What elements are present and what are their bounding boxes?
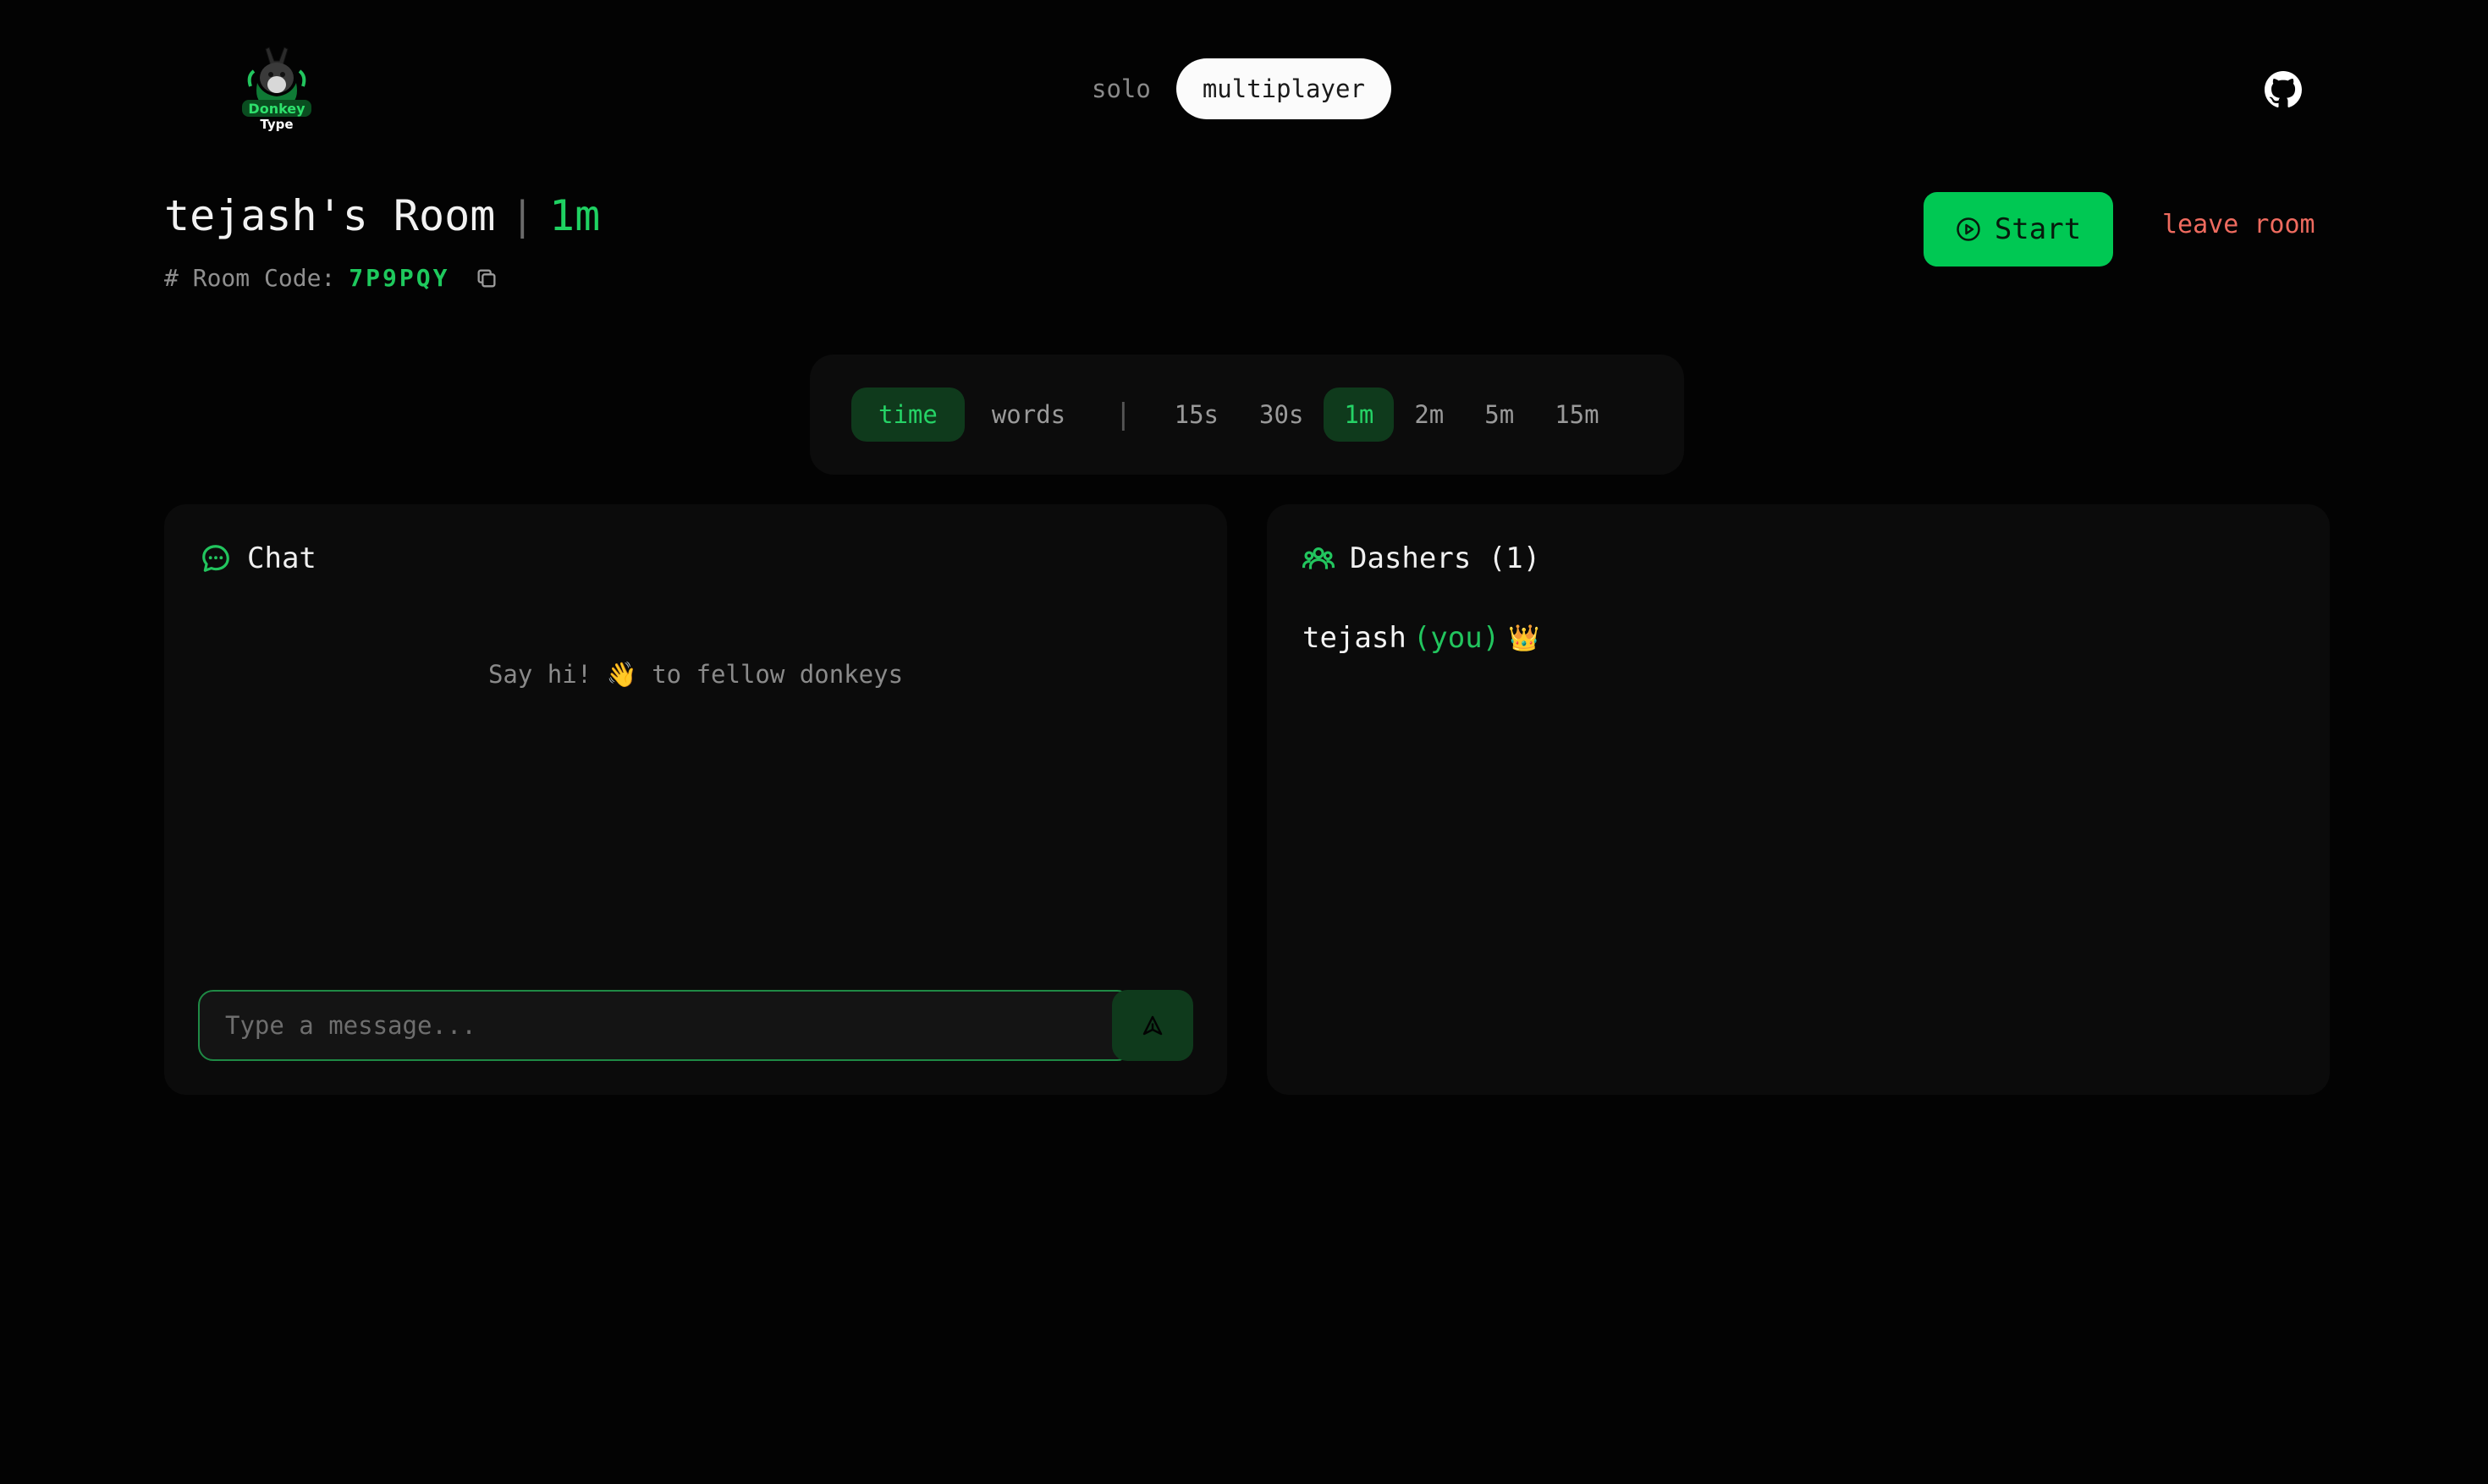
title-separator: | (510, 193, 535, 239)
mode-words-option[interactable]: words (965, 387, 1093, 442)
player-name: tejash (1302, 621, 1406, 655)
config-separator: | (1115, 398, 1132, 431)
chat-title: Chat (247, 541, 317, 575)
player-you-tag: (you) (1412, 621, 1500, 655)
users-icon (1302, 547, 1335, 569)
send-message-button[interactable] (1112, 990, 1193, 1061)
duration-2m-option[interactable]: 2m (1394, 387, 1464, 442)
leave-room-link[interactable]: leave room (2162, 210, 2315, 239)
logo-text-type: Type (260, 117, 293, 132)
chat-message-input[interactable] (198, 990, 1132, 1061)
start-button[interactable]: Start (1924, 192, 2113, 267)
chat-empty-message: Say hi! 👋 to fellow donkeys (487, 660, 904, 689)
start-button-label: Start (1994, 212, 2082, 246)
duration-30s-option[interactable]: 30s (1239, 387, 1324, 442)
dashers-panel: Dashers (1) tejash (you) 👑 (1267, 504, 2330, 1095)
copy-icon[interactable] (475, 267, 498, 290)
duration-15s-option[interactable]: 15s (1154, 387, 1239, 442)
mode-time-option[interactable]: time (851, 387, 965, 442)
top-nav: Donkey Type solo multiplayer (0, 0, 2488, 178)
duration-5m-option[interactable]: 5m (1464, 387, 1534, 442)
chat-bubble-icon (202, 545, 229, 572)
github-icon[interactable] (2265, 71, 2302, 108)
chat-panel: Chat Say hi! 👋 to fellow donkeys (164, 504, 1227, 1095)
chat-header: Chat (200, 541, 317, 575)
send-icon (1142, 1015, 1163, 1036)
room-name: tejash's Room (164, 191, 496, 240)
duration-15m-option[interactable]: 15m (1534, 387, 1619, 442)
test-config-bar: time words | 15s 30s 1m 2m 5m 15m (810, 355, 1684, 475)
dashers-title: Dashers (1) (1350, 541, 1541, 575)
player-row: tejash (you) 👑 (1302, 621, 1540, 655)
mode-multiplayer-tab[interactable]: multiplayer (1175, 58, 1391, 119)
play-circle-icon (1957, 217, 1980, 241)
crown-icon: 👑 (1508, 623, 1540, 653)
room-duration: 1m (549, 191, 601, 240)
room-code-value: 7P9PQY (349, 264, 450, 292)
mode-switch: solo multiplayer (1092, 58, 1391, 119)
donkey-type-logo[interactable]: Donkey Type (235, 41, 318, 134)
donkey-logo-icon: Donkey Type (242, 47, 311, 132)
mode-solo-tab[interactable]: solo (1092, 74, 1151, 103)
room-title: tejash's Room | 1m (164, 191, 600, 240)
room-code-row: # Room Code: 7P9PQY (164, 264, 498, 292)
duration-1m-option[interactable]: 1m (1324, 387, 1395, 442)
dashers-header: Dashers (1) (1302, 541, 1540, 575)
room-code-label: # Room Code: (164, 264, 336, 292)
logo-text-donkey: Donkey (248, 101, 305, 117)
